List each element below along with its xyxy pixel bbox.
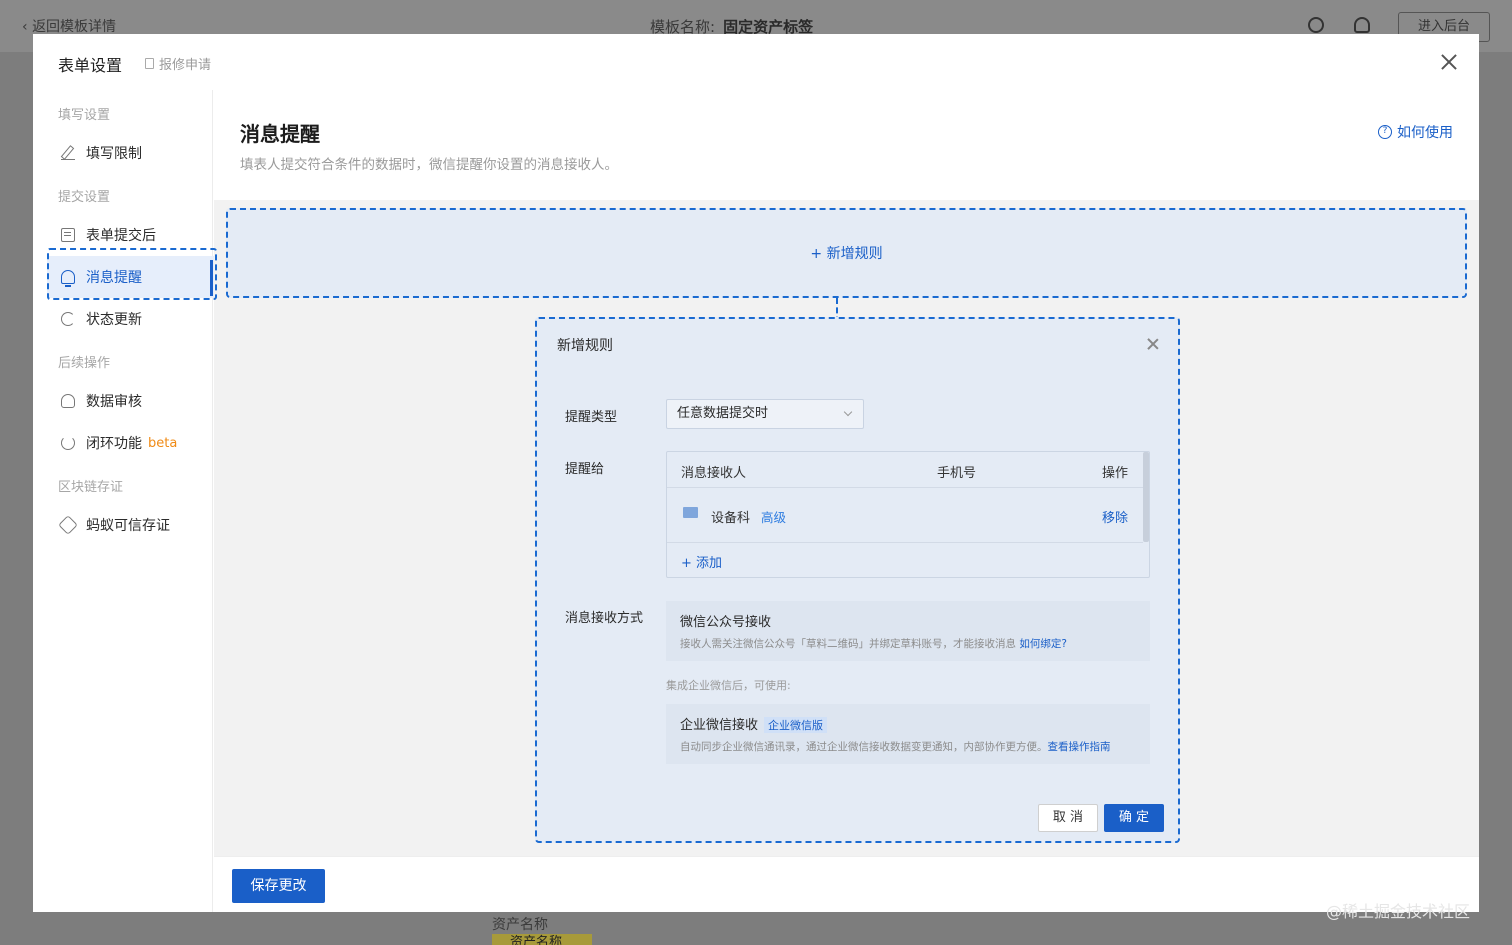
sidebar-item-label: 闭环功能 (86, 436, 142, 452)
beta-badge: beta (148, 435, 178, 451)
question-icon: ? (1378, 125, 1392, 139)
page-title: 消息提醒 (240, 122, 320, 146)
chain-icon (58, 515, 78, 535)
how-to-use-label: 如何使用 (1397, 125, 1453, 141)
receiver-table: 消息接收人 手机号 操作 设备科 高级 移除 + 添加 (666, 451, 1150, 578)
sidebar-item-label: 状态更新 (86, 312, 142, 328)
remove-link[interactable]: 移除 (1102, 507, 1128, 526)
dialog-title: 新增规则 (557, 338, 613, 354)
reminder-type-select[interactable]: 任意数据提交时 (666, 399, 864, 429)
user-icon (61, 394, 75, 408)
add-receiver-button[interactable]: + 添加 (681, 552, 722, 571)
sidebar-item-label: 填写限制 (86, 146, 142, 162)
remind-to-label: 提醒给 (565, 462, 605, 477)
header-receiver: 消息接收人 (681, 466, 747, 481)
receive-method-label: 消息接收方式 (565, 611, 644, 626)
footer-bar: 保存更改 (214, 856, 1479, 912)
asset-value: 资产名称 (492, 934, 592, 945)
close-icon[interactable] (1437, 50, 1461, 74)
advanced-tag: 高级 (761, 510, 787, 525)
sidebar-item-label: 消息提醒 (86, 270, 142, 286)
receiver-name: 设备科 (711, 511, 751, 526)
main-content: 消息提醒 填表人提交符合条件的数据时，微信提醒你设置的消息接收人。 ? 如何使用 … (214, 90, 1479, 912)
view-guide-link[interactable]: 查看操作指南 (1048, 741, 1111, 753)
back-to-template-link[interactable]: ‹ 返回模板详情 (22, 16, 116, 36)
content-header: 消息提醒 填表人提交符合条件的数据时，微信提醒你设置的消息接收人。 ? 如何使用 (214, 90, 1479, 200)
group-follow-up: 后续操作 (58, 356, 111, 371)
settings-sidebar: 填写设置 填写限制 提交设置 表单提交后 消息提醒 状态更新 后续操作 数据审核… (33, 90, 215, 912)
bell-icon (61, 270, 75, 287)
reminder-type-label: 提醒类型 (565, 410, 618, 425)
document-icon (145, 58, 154, 69)
sidebar-item-message-reminder[interactable]: 消息提醒 (47, 256, 215, 298)
sidebar-item-fill-limit[interactable]: 填写限制 (47, 132, 215, 174)
form-name: 报修申请 (159, 58, 212, 73)
back-link-label: 返回模板详情 (32, 19, 117, 35)
enterprise-badge: 企业微信版 (764, 717, 828, 733)
group-blockchain: 区块链存证 (58, 480, 124, 495)
sidebar-item-ant-trusted-evidence[interactable]: 蚂蚁可信存证 (47, 504, 215, 546)
save-changes-button[interactable]: 保存更改 (232, 869, 325, 903)
watermark: @稀土掘金技术社区 (1326, 902, 1471, 921)
document-icon (61, 228, 75, 242)
add-rule-button[interactable]: + 新增规则 (226, 208, 1467, 298)
table-header: 消息接收人 手机号 操作 (667, 452, 1143, 488)
sidebar-item-label: 数据审核 (86, 394, 142, 410)
chevron-down-icon (843, 407, 853, 417)
group-fill-settings: 填写设置 (58, 108, 111, 123)
enterprise-title-text: 企业微信接收 (680, 718, 759, 733)
asset-label: 资产名称 (492, 917, 548, 933)
wechat-option-title: 微信公众号接收 (680, 615, 772, 630)
confirm-button[interactable]: 确 定 (1104, 804, 1164, 832)
pencil-icon (61, 146, 75, 160)
scrollbar[interactable] (1143, 452, 1149, 542)
modal-title: 表单设置 (58, 56, 123, 75)
enterprise-option-title: 企业微信接收 企业微信版 (680, 714, 1136, 733)
group-submit-settings: 提交设置 (58, 190, 111, 205)
integration-hint: 集成企业微信后，可使用: (666, 679, 791, 692)
sidebar-item-status-update[interactable]: 状态更新 (47, 298, 215, 340)
sidebar-item-after-submit[interactable]: 表单提交后 (47, 214, 215, 256)
active-indicator (210, 260, 213, 296)
table-row: 设备科 高级 移除 (667, 489, 1143, 543)
refresh-icon (61, 312, 75, 326)
wechat-option-desc: 接收人需关注微信公众号「草料二维码」并绑定草料账号，才能接收消息 如何绑定? (680, 636, 1136, 651)
modal-subtitle: 报修申请 (145, 54, 211, 73)
folder-icon (683, 507, 698, 518)
how-to-bind-link[interactable]: 如何绑定? (1019, 638, 1067, 650)
how-to-use-link[interactable]: ? 如何使用 (1378, 122, 1453, 142)
loop-icon (61, 436, 75, 450)
sidebar-item-closed-loop[interactable]: 闭环功能 beta (47, 422, 215, 464)
reminder-type-value: 任意数据提交时 (677, 406, 769, 421)
enterprise-wechat-option[interactable]: 企业微信接收 企业微信版 自动同步企业微信通讯录，通过企业微信接收数据变更通知，内… (666, 704, 1150, 764)
wechat-desc-text: 接收人需关注微信公众号「草料二维码」并绑定草料账号，才能接收消息 (680, 638, 1016, 650)
wechat-official-account-option[interactable]: 微信公众号接收 接收人需关注微信公众号「草料二维码」并绑定草料账号，才能接收消息… (666, 601, 1150, 661)
cancel-button[interactable]: 取 消 (1038, 804, 1098, 832)
search-icon[interactable] (1308, 17, 1324, 33)
sidebar-item-data-review[interactable]: 数据审核 (47, 380, 215, 422)
page-description: 填表人提交符合条件的数据时，微信提醒你设置的消息接收人。 (240, 157, 618, 173)
new-rule-dialog: 新增规则 提醒类型 任意数据提交时 提醒给 消息接收人 手机号 操作 设备科 高… (535, 317, 1180, 843)
user-icon[interactable] (1354, 17, 1370, 33)
enterprise-option-desc: 自动同步企业微信通讯录，通过企业微信接收数据变更通知，内部协作更方便。查看操作指… (680, 739, 1136, 754)
close-icon[interactable] (1146, 337, 1160, 351)
form-settings-modal: 表单设置 报修申请 填写设置 填写限制 提交设置 表单提交后 消息提醒 状态更新… (33, 34, 1479, 912)
sidebar-item-label: 蚂蚁可信存证 (86, 518, 170, 534)
enterprise-desc-text: 自动同步企业微信通讯录，通过企业微信接收数据变更通知，内部协作更方便。 (680, 741, 1048, 753)
sidebar-item-label: 表单提交后 (86, 228, 156, 244)
header-action: 操作 (1102, 466, 1129, 481)
header-phone: 手机号 (937, 466, 977, 481)
